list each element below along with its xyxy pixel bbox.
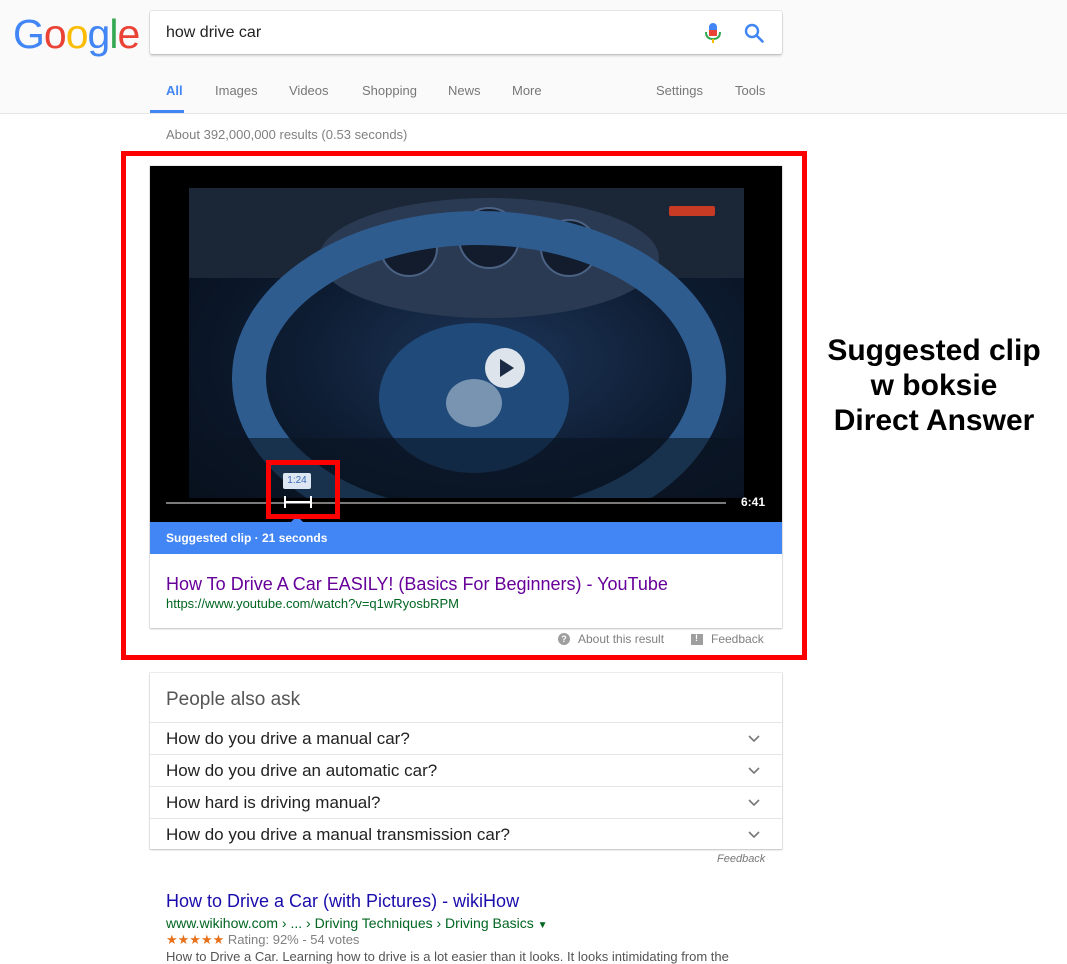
paa-question-text: How hard is driving manual? <box>166 793 381 812</box>
annotation-line: w boksie <box>870 369 998 402</box>
paa-question[interactable]: How hard is driving manual? <box>150 786 782 819</box>
organic-snippet: How to Drive a Car. Learning how to driv… <box>166 949 729 964</box>
microphone-icon[interactable] <box>704 22 722 44</box>
search-box <box>150 11 782 54</box>
organic-result-url: www.wikihow.com › ... › Driving Techniqu… <box>166 915 548 931</box>
chevron-down-icon <box>748 831 760 839</box>
tab-all[interactable]: All <box>150 82 184 113</box>
header: Google All Images Videos Shopping News M… <box>0 0 1067 114</box>
annotation-line: Suggested clip <box>827 334 1041 367</box>
paa-question-text: How do you drive a manual car? <box>166 729 410 748</box>
organic-rating: ★★★★★ Rating: 92% - 54 votes <box>166 932 359 948</box>
rating-text: Rating: 92% - 54 votes <box>227 932 360 947</box>
chevron-down-icon <box>748 735 760 743</box>
dropdown-arrow-icon[interactable]: ▼ <box>538 920 548 931</box>
tab-shopping[interactable]: Shopping <box>362 82 417 113</box>
red-highlight-box <box>121 151 807 660</box>
chevron-down-icon <box>748 767 760 775</box>
tab-news[interactable]: News <box>448 82 481 113</box>
tab-tools[interactable]: Tools <box>735 82 765 113</box>
tab-videos[interactable]: Videos <box>289 82 329 113</box>
paa-title: People also ask <box>166 689 301 710</box>
paa-feedback-link[interactable]: Feedback <box>717 853 765 865</box>
organic-url-text: www.wikihow.com › ... › Driving Techniqu… <box>166 915 534 931</box>
paa-question[interactable]: How do you drive an automatic car? <box>150 754 782 787</box>
annotation-line: Direct Answer <box>833 404 1035 437</box>
paa-question[interactable]: How do you drive a manual car? <box>150 722 782 755</box>
tab-settings[interactable]: Settings <box>656 82 703 113</box>
paa-question-text: How do you drive an automatic car? <box>166 761 438 780</box>
rating-stars-icon: ★★★★★ <box>166 932 225 947</box>
google-logo[interactable]: Google <box>13 11 140 57</box>
chevron-down-icon <box>748 799 760 807</box>
search-icon[interactable] <box>744 23 764 43</box>
organic-result-title[interactable]: How to Drive a Car (with Pictures) - wik… <box>166 891 519 912</box>
search-input[interactable] <box>166 11 686 54</box>
paa-question-text: How do you drive a manual transmission c… <box>166 825 510 844</box>
annotation-text: Suggested clip w boksie Direct Answer <box>812 333 1056 438</box>
people-also-ask: People also ask How do you drive a manua… <box>150 673 782 849</box>
paa-question[interactable]: How do you drive a manual transmission c… <box>150 818 782 851</box>
red-highlight-clip-marker <box>266 460 340 519</box>
tab-more[interactable]: More <box>512 82 542 113</box>
result-stats: About 392,000,000 results (0.53 seconds) <box>166 127 408 142</box>
tab-images[interactable]: Images <box>215 82 258 113</box>
